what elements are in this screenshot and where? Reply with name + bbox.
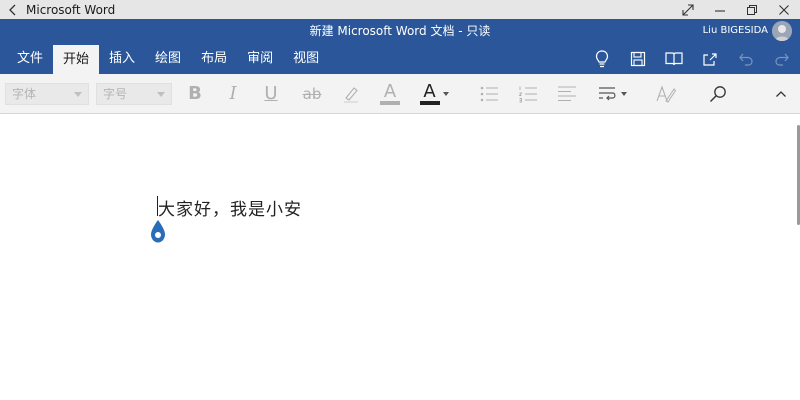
- lightbulb-icon: [595, 49, 609, 67]
- minimize-icon: [715, 9, 725, 12]
- tell-me-button[interactable]: [584, 43, 620, 74]
- app-title: Microsoft Word: [26, 2, 116, 17]
- paragraph-options-button[interactable]: [594, 81, 630, 107]
- user-avatar-icon: [772, 21, 792, 41]
- collapse-ribbon-button[interactable]: [774, 87, 788, 101]
- font-color-button[interactable]: A: [377, 81, 403, 107]
- redo-icon: [775, 53, 789, 66]
- styles-icon: [656, 85, 676, 103]
- tab-draw[interactable]: 绘图: [145, 43, 191, 74]
- restore-button[interactable]: [736, 0, 768, 19]
- highlighter-icon: [344, 87, 358, 103]
- user-name[interactable]: Liu BIGESIDA: [703, 19, 768, 43]
- tab-review[interactable]: 审阅: [237, 43, 283, 74]
- document-title: 新建 Microsoft Word 文档 - 只读: [309, 24, 491, 38]
- back-arrow-icon: [9, 4, 16, 15]
- window-title-bar: Microsoft Word: [0, 0, 800, 19]
- tab-view[interactable]: 视图: [283, 43, 329, 74]
- text-color-glyph-wrap: A: [419, 81, 440, 105]
- bullets-button[interactable]: [477, 81, 501, 107]
- expand-icon: [682, 3, 694, 16]
- font-name-placeholder: 字体: [12, 87, 37, 101]
- tab-file[interactable]: 文件: [7, 43, 53, 74]
- save-button[interactable]: [620, 43, 656, 74]
- bullet-list-icon: [480, 86, 498, 102]
- quick-actions: [584, 43, 800, 74]
- selection-handle-icon[interactable]: [149, 219, 167, 245]
- chevron-down-icon: [74, 92, 82, 97]
- styles-button[interactable]: [654, 81, 678, 107]
- avatar[interactable]: [772, 21, 792, 41]
- bold-button[interactable]: B: [183, 81, 207, 107]
- share-button[interactable]: [692, 43, 728, 74]
- document-text[interactable]: 大家好，我是小安: [158, 195, 302, 220]
- expand-button[interactable]: [672, 0, 704, 19]
- window-controls: [672, 0, 800, 19]
- save-icon: [630, 51, 646, 66]
- chevron-up-icon: [776, 91, 786, 97]
- font-size-combo[interactable]: 字号: [96, 83, 172, 105]
- strikethrough-icon: ab: [302, 85, 322, 103]
- numbered-list-icon: [518, 86, 537, 103]
- text-color-icon: A: [423, 81, 436, 102]
- strikethrough-button[interactable]: ab: [298, 81, 326, 107]
- font-name-combo[interactable]: 字体: [5, 83, 89, 105]
- find-button[interactable]: [705, 81, 731, 107]
- bold-icon: B: [188, 83, 202, 104]
- text-wrap-icon: [598, 87, 615, 101]
- highlight-button[interactable]: [339, 81, 363, 107]
- align-left-button[interactable]: [555, 81, 579, 107]
- ribbon-tabs-row: 文件 开始 插入 绘图 布局 审阅 视图: [0, 43, 800, 74]
- search-icon: [710, 86, 726, 102]
- tab-insert[interactable]: 插入: [99, 43, 145, 74]
- font-color-icon: A: [383, 81, 397, 102]
- ribbon-tabs: 文件 开始 插入 绘图 布局 审阅 视图: [7, 43, 329, 74]
- reading-view-button[interactable]: [656, 43, 692, 74]
- back-button[interactable]: [0, 0, 26, 19]
- align-left-icon: [558, 86, 576, 102]
- font-color-swatch: [380, 101, 400, 105]
- undo-button[interactable]: [728, 43, 764, 74]
- document-canvas[interactable]: 大家好，我是小安: [0, 115, 800, 400]
- text-color-button[interactable]: A: [416, 81, 452, 107]
- chevron-down-icon: [157, 92, 165, 97]
- undo-icon: [739, 53, 753, 66]
- minimize-button[interactable]: [704, 0, 736, 19]
- font-size-placeholder: 字号: [103, 87, 128, 101]
- italic-button[interactable]: I: [221, 81, 245, 107]
- home-ribbon: 字体 字号 B I U ab A A: [0, 74, 800, 114]
- chevron-down-icon: [620, 92, 627, 96]
- share-icon: [703, 52, 717, 66]
- italic-icon: I: [229, 83, 237, 104]
- numbering-button[interactable]: [516, 81, 540, 107]
- chevron-down-icon: [442, 92, 449, 96]
- tab-layout[interactable]: 布局: [191, 43, 237, 74]
- restore-icon: [747, 4, 757, 15]
- reading-view-icon: [665, 51, 683, 65]
- tab-home[interactable]: 开始: [53, 45, 100, 74]
- close-icon: [779, 4, 789, 15]
- underline-icon: U: [264, 83, 278, 104]
- close-button[interactable]: [768, 0, 800, 19]
- document-header: 新建 Microsoft Word 文档 - 只读 Liu BIGESIDA: [0, 19, 800, 43]
- redo-button[interactable]: [764, 43, 800, 74]
- underline-button[interactable]: U: [259, 81, 283, 107]
- text-color-swatch: [419, 101, 440, 105]
